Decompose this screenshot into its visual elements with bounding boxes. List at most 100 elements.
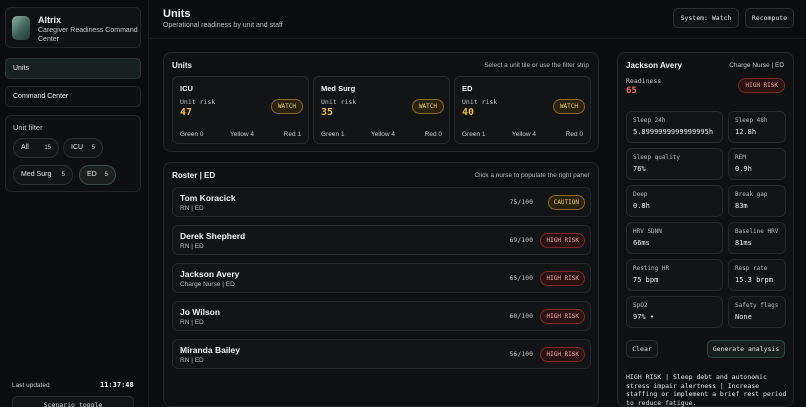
app-logo [12, 16, 30, 40]
nurse-status-badge: HIGH RISK [540, 347, 585, 362]
filter-chip-ed[interactable]: ED 5 [79, 165, 116, 185]
detail-status-badge: HIGH RISK [738, 78, 785, 93]
generate-analysis-button[interactable]: Generate analysis [707, 340, 785, 358]
nav-units[interactable]: Units [5, 58, 141, 79]
count-green: Green 1 [321, 131, 345, 138]
nurse-name: Tom Koracick [180, 193, 236, 203]
header-divider [150, 38, 806, 39]
metric-label: HRV SDNN [633, 228, 662, 235]
metric-value: 81ms [735, 239, 752, 247]
nurse-score: 60/100 [509, 312, 533, 320]
metric-value: 76% [633, 165, 646, 173]
unit-risk-value: 47 [180, 107, 193, 118]
metric-label: Sleep quality [633, 154, 680, 161]
filter-chip-count: 5 [104, 172, 108, 178]
unit-card-med-surg[interactable]: Med Surg Unit risk 35 WATCH Green 1 Yell… [313, 76, 450, 144]
unit-name: ICU [180, 84, 193, 93]
nurse-name: Miranda Bailey [180, 345, 240, 355]
count-red: Red 0 [565, 131, 583, 138]
nurse-role: RN | ED [180, 319, 204, 326]
metric-break-gap: Break gap 83m [728, 185, 786, 217]
nurse-row[interactable]: Tom Koracick RN | ED 75/100 CAUTION [172, 187, 591, 217]
count-yellow: Yellow 4 [512, 131, 536, 138]
app-subtitle: Caregiver Readiness Command Center [38, 27, 138, 43]
metric-value: 83m [735, 202, 748, 210]
nurse-score: 65/100 [509, 274, 533, 282]
unit-filter: Unit filter All 15 ICU 5 Med Surg 5 ED 5 [5, 115, 141, 192]
nurse-row[interactable]: Derek Shepherd RN | ED 69/100 HIGH RISK [172, 225, 591, 255]
roster-panel-title: Roster | ED [172, 171, 216, 180]
nurse-role: RN | ED [180, 357, 204, 364]
nurse-name: Jo Wilson [180, 307, 221, 317]
nurse-status-badge: CAUTION [547, 195, 585, 210]
metric-label: Sleep 24h [633, 117, 666, 124]
filter-chip-label: Med Surg [21, 171, 52, 178]
metric-label: REM [735, 154, 746, 161]
metric-label: Sleep 48h [735, 117, 768, 124]
nav-command-center[interactable]: Command Center [5, 86, 141, 107]
nurse-role: RN | ED [180, 243, 204, 250]
nurse-row[interactable]: Jo Wilson RN | ED 60/100 HIGH RISK [172, 301, 591, 331]
metric-value: 0.8h [633, 202, 650, 210]
unit-risk-label: Unit risk [180, 98, 216, 106]
nurse-role: RN | ED [180, 205, 204, 212]
page-title: Units [163, 8, 191, 20]
unit-filter-title: Unit filter [13, 123, 43, 132]
metric-resting-hr: Resting HR 75 bpm [626, 259, 723, 291]
count-yellow: Yellow 4 [230, 131, 254, 138]
nurse-status-badge: HIGH RISK [540, 271, 585, 286]
unit-card-ed[interactable]: ED Unit risk 40 WATCH Green 1 Yellow 4 R… [454, 76, 591, 144]
count-green: Green 1 [462, 131, 486, 138]
metric-spo2: SpO2 97% • [626, 296, 723, 328]
filter-chip-label: ICU [71, 144, 84, 151]
metric-label: Resting HR [633, 265, 670, 272]
metric-baseline-hrv: Baseline HRV 81ms [728, 222, 786, 254]
units-panel-hint: Select a unit tile or use the filter str… [484, 62, 589, 69]
unit-name: ED [462, 84, 473, 93]
filter-chip-count: 5 [61, 172, 65, 178]
nurse-detail-panel: Jackson Avery Charge Nurse | ED Readines… [617, 52, 794, 407]
nurse-row[interactable]: Miranda Bailey RN | ED 56/100 HIGH RISK [172, 339, 591, 369]
app-title: Altrix [38, 15, 62, 25]
system-status-button[interactable]: System: Watch [673, 8, 739, 28]
filter-chip-count: 15 [44, 145, 51, 151]
unit-status-badge: WATCH [411, 99, 444, 114]
metric-value: None [735, 313, 752, 321]
nurse-row[interactable]: Jackson Avery Charge Nurse | ED 65/100 H… [172, 263, 591, 293]
metric-label: Break gap [735, 191, 768, 198]
unit-name: Med Surg [321, 84, 356, 93]
metric-label: Safety flags [735, 302, 779, 309]
filter-chip-all[interactable]: All 15 [13, 138, 59, 158]
count-green: Green 0 [180, 131, 204, 138]
metric-value: 5.8999999999999995h [633, 128, 714, 136]
filter-chip-label: All [21, 144, 29, 151]
unit-card-icu[interactable]: ICU Unit risk 47 WATCH Green 0 Yellow 4 … [172, 76, 309, 144]
filter-chip-count: 5 [91, 145, 95, 151]
readiness-label: Readiness [626, 77, 662, 85]
unit-risk-label: Unit risk [321, 98, 357, 106]
nurse-score: 69/100 [509, 236, 533, 244]
metric-deep: Deep 0.8h [626, 185, 723, 217]
metric-value: 15.3 brpm [735, 276, 773, 284]
metric-label: Deep [633, 191, 648, 198]
units-panel-title: Units [172, 61, 192, 70]
metric-sleep-quality: Sleep quality 76% [626, 148, 723, 180]
unit-risk-label: Unit risk [462, 98, 498, 106]
filter-chip-med-surg[interactable]: Med Surg 5 [13, 165, 73, 185]
detail-nurse-name: Jackson Avery [626, 61, 682, 70]
filter-chip-icu[interactable]: ICU 5 [63, 138, 103, 158]
nurse-name: Derek Shepherd [180, 231, 246, 241]
clear-button[interactable]: Clear [626, 340, 658, 358]
metric-sleep-48h: Sleep 48h 12.8h [728, 111, 786, 143]
count-red: Red 0 [424, 131, 442, 138]
recompute-button[interactable]: Recompute [745, 8, 794, 28]
roster-panel: Roster | ED Click a nurse to populate th… [163, 162, 599, 407]
roster-panel-hint: Click a nurse to populate the right pane… [474, 172, 589, 179]
nurse-name: Jackson Avery [180, 269, 240, 279]
metric-value: 0.9h [735, 165, 752, 173]
scenario-toggle-button[interactable]: Scenario toggle [12, 396, 134, 407]
metric-hrv-sdnn: HRV SDNN 66ms [626, 222, 723, 254]
count-red: Red 1 [283, 131, 301, 138]
sidebar: Altrix Caregiver Readiness Command Cente… [0, 0, 149, 407]
nurse-status-badge: HIGH RISK [540, 309, 585, 324]
